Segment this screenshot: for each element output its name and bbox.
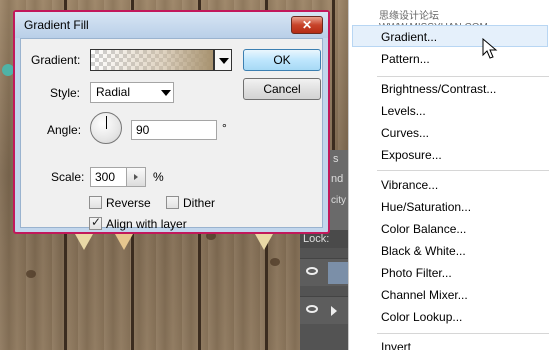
dither-checkbox[interactable] [166, 196, 179, 209]
bunting-pennant [75, 234, 93, 250]
menu-separator [377, 170, 549, 171]
tab-fragment: s [333, 153, 339, 165]
bunting-pennant [115, 234, 133, 250]
wood-knot [26, 270, 36, 278]
style-select[interactable]: Radial [90, 82, 174, 103]
scale-value: 300 [95, 170, 116, 184]
menu-item-exposure[interactable]: Exposure... [349, 144, 550, 166]
dialog-titlebar[interactable]: Gradient Fill ✕ [15, 12, 328, 38]
menu-item-color-balance[interactable]: Color Balance... [349, 218, 550, 240]
angle-dial-needle [106, 116, 107, 129]
close-icon: ✕ [301, 18, 313, 32]
menu-item-curves[interactable]: Curves... [349, 122, 550, 144]
angle-dial[interactable] [90, 112, 122, 144]
menu-item-hue-saturation[interactable]: Hue/Saturation... [349, 196, 550, 218]
layer-thumbnail [328, 262, 348, 284]
menu-item-pattern[interactable]: Pattern... [349, 48, 550, 70]
style-select-value: Radial [96, 85, 131, 99]
menu-item-gradient[interactable]: Gradient... [352, 25, 548, 47]
dialog-title: Gradient Fill [24, 18, 89, 32]
panel-tabs-fragment: s nd city [330, 150, 348, 230]
angle-unit: ° [222, 121, 227, 135]
gradient-label: Gradient: [31, 53, 81, 67]
mouse-cursor-icon [482, 38, 498, 59]
menu-item-photo-filter[interactable]: Photo Filter... [349, 262, 550, 284]
gradient-picker-dropdown[interactable] [214, 49, 232, 71]
menu-separator [377, 76, 549, 77]
gradient-fill-dialog: Gradient Fill ✕ Gradient: Style: Radial … [13, 10, 330, 234]
close-button[interactable]: ✕ [291, 16, 323, 34]
visibility-eye-icon[interactable] [306, 267, 318, 275]
bunting-pennant [255, 234, 273, 250]
scale-unit: % [153, 170, 164, 184]
wood-knot [270, 258, 280, 266]
chevron-right-icon [134, 174, 138, 180]
angle-label: Angle: [47, 123, 82, 137]
menu-separator [377, 333, 549, 334]
layer-row[interactable] [300, 258, 348, 286]
scale-input[interactable]: 300 [90, 167, 127, 187]
reverse-checkbox[interactable] [89, 196, 102, 209]
ok-button-label: OK [273, 53, 291, 67]
scale-slider-button[interactable] [126, 167, 146, 187]
layer-row[interactable] [300, 296, 348, 324]
align-with-layer-label[interactable]: Align with layer [106, 217, 187, 231]
menu-item-channel-mixer[interactable]: Channel Mixer... [349, 284, 550, 306]
menu-item-black-white[interactable]: Black & White... [349, 240, 550, 262]
cancel-button-label: Cancel [263, 82, 301, 96]
reverse-label[interactable]: Reverse [106, 196, 151, 210]
chevron-down-icon [161, 90, 171, 96]
gradient-preview-swatch[interactable] [90, 49, 214, 71]
tab-fragment: city [331, 195, 346, 206]
menu-item-color-lookup[interactable]: Color Lookup... [349, 306, 550, 328]
menu-item-vibrance[interactable]: Vibrance... [349, 174, 550, 196]
menu-item-levels[interactable]: Levels... [349, 100, 550, 122]
expand-arrow-icon[interactable] [331, 306, 337, 316]
ok-button[interactable]: OK [243, 49, 321, 71]
dither-label[interactable]: Dither [183, 196, 215, 210]
style-label: Style: [50, 86, 81, 100]
visibility-eye-icon[interactable] [306, 305, 318, 313]
scale-label: Scale: [51, 170, 85, 184]
angle-input[interactable]: 90 [131, 120, 217, 140]
menu-item-invert[interactable]: Invert [349, 336, 550, 350]
dialog-body: Gradient: Style: Radial Angle: 90 ° Scal… [20, 38, 323, 231]
align-with-layer-checkbox[interactable] [89, 215, 102, 230]
tab-fragment: nd [331, 173, 344, 185]
cancel-button[interactable]: Cancel [243, 78, 321, 100]
angle-value: 90 [136, 123, 150, 137]
chevron-down-icon [219, 58, 229, 64]
menu-item-brightness-contrast[interactable]: Brightness/Contrast... [349, 78, 550, 100]
adjustment-layer-menu: 思缘设计论坛 WWW.MISSYUAN.COM Gradient... Patt… [348, 0, 550, 350]
